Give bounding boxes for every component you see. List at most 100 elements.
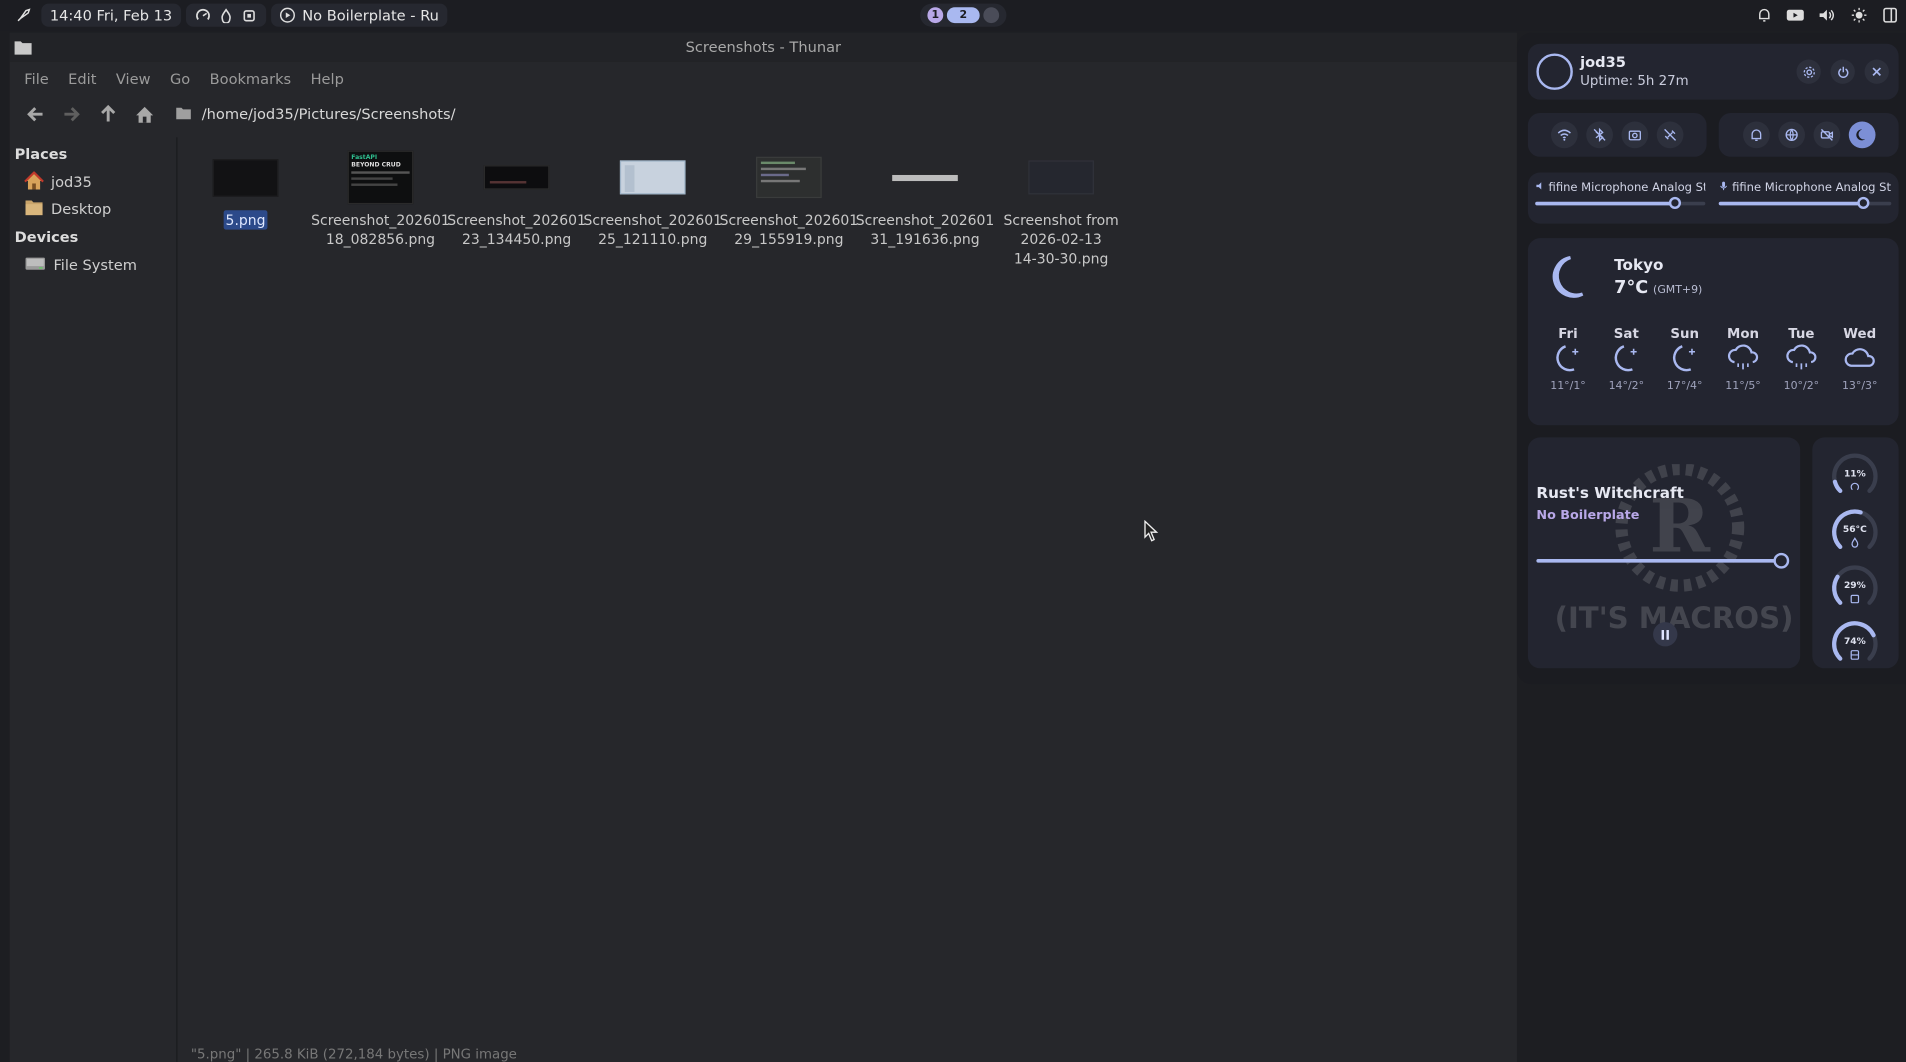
file-name: Screenshot_202601 31_191636.png (855, 211, 995, 248)
gauge-cpu: 11% (1812, 447, 1897, 503)
track-progress[interactable] (1536, 552, 1790, 569)
file-manager-window: Screenshots - Thunar File Edit View Go B… (9, 32, 1517, 1062)
forecast-day: Fri 11°/1° (1550, 325, 1586, 393)
workspace-2[interactable]: 2 (946, 7, 980, 24)
cpu-icon (1850, 482, 1860, 491)
moon-star-icon (1611, 342, 1643, 377)
menu-edit[interactable]: Edit (58, 70, 106, 87)
track-artist: No Boilerplate (1536, 507, 1640, 523)
audio-input-slider[interactable]: fifine Microphone Analog St... (1718, 181, 1892, 209)
resource-monitor: 11% 56°C 29% 74% (1812, 437, 1899, 671)
sidebar-item-filesystem[interactable]: File System (10, 252, 177, 279)
pause-button[interactable] (1653, 622, 1678, 647)
file-name: Screenshot_202601 29_155919.png (719, 211, 859, 248)
workspace-1[interactable]: 1 (927, 7, 944, 24)
vpn-toggle[interactable] (1777, 121, 1805, 149)
places-header: Places (14, 145, 68, 163)
night-mode-toggle[interactable] (1848, 121, 1875, 149)
file-item[interactable]: Screenshot_202601 31_191636.png (855, 147, 995, 249)
media-indicator[interactable]: No Boilerplate - Ru (270, 3, 448, 27)
home-button[interactable] (126, 98, 162, 130)
folder-icon (24, 199, 43, 220)
brightness-icon[interactable] (1843, 4, 1875, 27)
clock-text: 14:40 Fri, Feb 13 (49, 6, 173, 24)
weather-city: Tokyo (1614, 255, 1664, 274)
file-item[interactable]: FastAPI BEYOND CRUD Screenshot_202601 18_… (311, 147, 450, 249)
audio-device-label: fifine Microphone Analog St... (1548, 181, 1706, 195)
audio-output-slider[interactable]: fifine Microphone Analog St... (1535, 181, 1706, 209)
avatar (1536, 53, 1573, 90)
menu-bar: File Edit View Go Bookmarks Help (10, 62, 1517, 96)
track-progress-fill (1536, 558, 1781, 563)
toolbar: /home/jod35/Pictures/Screenshots/ (10, 96, 1517, 132)
gauge-label: 29% (1844, 581, 1866, 591)
file-item[interactable]: Screenshot_202601 29_155919.png (719, 147, 859, 249)
microphone-icon (1719, 181, 1729, 194)
launcher-icon[interactable] (15, 7, 32, 24)
file-item[interactable]: 5.png (177, 147, 313, 230)
mouse-cursor-icon (1144, 520, 1159, 542)
sidebar-item-desktop[interactable]: Desktop (10, 196, 177, 223)
gauge-label: 11% (1844, 469, 1866, 479)
play-circle-icon (279, 7, 296, 24)
volume-icon[interactable] (1811, 4, 1843, 27)
gauge-value-arc (1832, 479, 1843, 494)
sidebar-toggle-icon[interactable] (1874, 4, 1906, 27)
link-off-toggle[interactable] (1656, 121, 1684, 149)
notifications-toggle[interactable] (1742, 121, 1770, 149)
youtube-icon[interactable] (1779, 4, 1811, 27)
file-item[interactable]: Screenshot from 2026-02-13 14-30-30.png (993, 147, 1129, 269)
sidebar-item-home[interactable]: jod35 (10, 169, 177, 196)
forecast-day: Sun 17°/4° (1666, 325, 1703, 393)
network-toggles (1527, 113, 1707, 157)
system-indicators[interactable] (185, 3, 266, 27)
system-toggles (1718, 113, 1899, 157)
menu-go[interactable]: Go (160, 70, 200, 87)
forecast-day: Wed 13°/3° (1841, 325, 1878, 393)
gauge-ram: 29% (1812, 559, 1897, 615)
file-name: Screenshot_202601 18_082856.png (311, 211, 450, 248)
parent-folder-button[interactable] (90, 98, 126, 130)
gauge-label: 56°C (1843, 525, 1867, 535)
cloud-icon (1843, 342, 1877, 377)
file-item[interactable]: Screenshot_202601 23_134450.png (447, 147, 586, 249)
control-panel: jod35 Uptime: 5h 27m fifine Microphone A… (1516, 32, 1906, 685)
icon-view: 5.png FastAPI BEYOND CRUD Screenshot_202… (179, 137, 1517, 1042)
top-bar: 14:40 Fri, Feb 13 No Boilerplate - Ru 1 … (0, 0, 1906, 31)
camera-off-toggle[interactable] (1812, 121, 1840, 149)
workspace-switcher: 1 2 (920, 3, 1007, 27)
power-button[interactable] (1830, 59, 1855, 84)
window-titlebar[interactable]: Screenshots - Thunar (9, 32, 1517, 62)
clock[interactable]: 14:40 Fri, Feb 13 (41, 3, 181, 27)
screenshot-toggle[interactable] (1621, 121, 1649, 149)
temp-icon (1851, 537, 1859, 548)
location-path: /home/jod35/Pictures/Screenshots/ (201, 105, 456, 123)
track-progress-knob[interactable] (1773, 552, 1790, 569)
location-bar[interactable]: /home/jod35/Pictures/Screenshots/ (170, 100, 1517, 129)
memory-icon (240, 7, 257, 24)
home-icon (24, 170, 44, 194)
file-name: Screenshot_202601 25_121110.png (583, 211, 723, 248)
forward-button[interactable] (53, 98, 89, 130)
cloud-rain-icon (1726, 342, 1760, 377)
bell-icon[interactable] (1748, 4, 1780, 27)
menu-view[interactable]: View (106, 70, 160, 87)
file-item[interactable]: Screenshot_202601 25_121110.png (583, 147, 723, 249)
bluetooth-off-toggle[interactable] (1586, 121, 1613, 149)
thumb-title: BEYOND CRUD (351, 161, 401, 169)
close-button[interactable] (1864, 59, 1889, 84)
media-player: R (IT'S MACROS) Rust's Witchcraft No Boi… (1527, 437, 1801, 669)
workspace-3[interactable] (983, 7, 1000, 24)
user-card: jod35 Uptime: 5h 27m (1527, 43, 1899, 100)
media-indicator-title: No Boilerplate - Ru (302, 6, 439, 24)
file-thumbnail (212, 147, 279, 208)
back-button[interactable] (17, 98, 53, 130)
moon-icon (1551, 254, 1595, 305)
gauge-disk: 74% (1812, 615, 1897, 671)
wifi-toggle[interactable] (1550, 121, 1578, 149)
menu-bookmarks[interactable]: Bookmarks (200, 70, 301, 87)
menu-help[interactable]: Help (301, 70, 354, 87)
settings-button[interactable] (1796, 59, 1821, 84)
menu-file[interactable]: File (15, 70, 59, 87)
gauge-temp: 56°C (1812, 503, 1897, 559)
